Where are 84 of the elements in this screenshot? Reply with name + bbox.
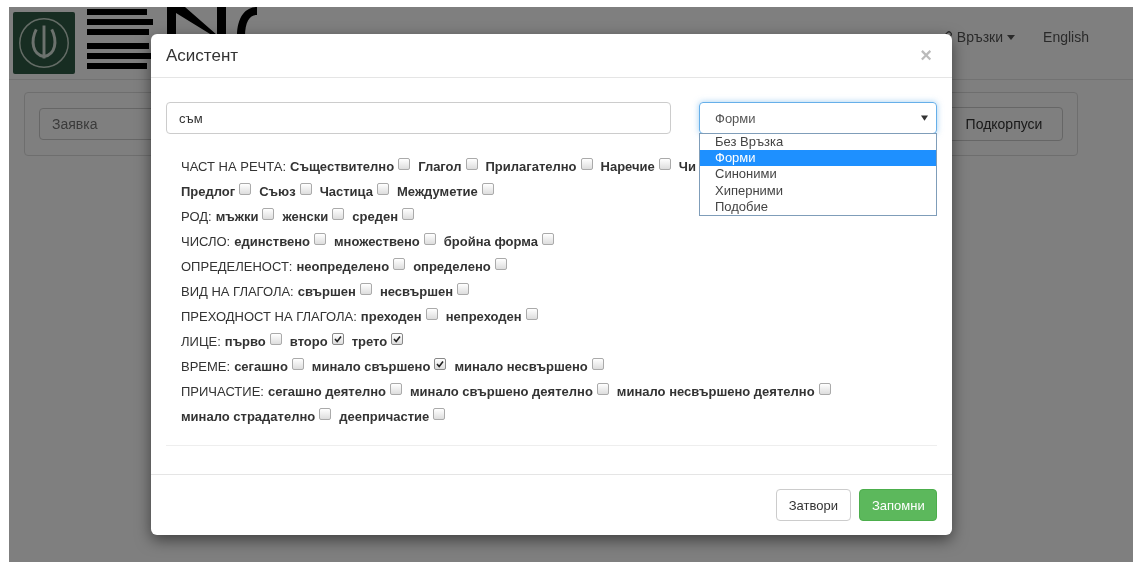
dropdown-option[interactable]: Подобие [700, 198, 936, 215]
option-label: сегашно [234, 358, 288, 376]
checkbox[interactable] [377, 182, 389, 195]
checkbox[interactable] [465, 157, 478, 170]
language-link[interactable]: English [1043, 29, 1089, 45]
option-label: непреходен [445, 308, 522, 326]
checkbox[interactable] [319, 407, 332, 420]
checkbox[interactable] [359, 282, 372, 295]
checkbox[interactable] [580, 157, 593, 170]
option-label: множествено [334, 233, 420, 251]
option-label: сегашно деятелно [267, 383, 386, 401]
checkbox[interactable] [425, 307, 438, 320]
institute-emblem-icon [13, 12, 75, 74]
category-label: ВИД НА ГЛАГОЛА: [181, 283, 294, 301]
dialog-title: Асистент [166, 45, 239, 66]
checkbox[interactable] [391, 332, 404, 345]
checkbox[interactable] [596, 382, 609, 395]
checkbox[interactable] [262, 207, 275, 220]
caret-icon [1007, 34, 1016, 40]
option-label: минало свършено деятелно [410, 383, 593, 401]
dropdown-option[interactable]: Хиперними [700, 182, 936, 199]
option-label: Съюз [259, 183, 296, 201]
option-label: среден [352, 208, 399, 226]
option-label: единствено [234, 233, 310, 251]
option-label: трето [351, 333, 388, 351]
option-label: свършен [297, 283, 356, 301]
option-label: Частица [319, 183, 373, 201]
checkbox[interactable] [390, 382, 402, 395]
checkbox[interactable] [332, 207, 345, 220]
checkbox[interactable] [239, 182, 252, 195]
option-label: минало несвършено [454, 358, 588, 376]
category-label: ПРЕХОДНОСТ НА ГЛАГОЛА: [181, 308, 357, 326]
option-label: мъжки [215, 208, 259, 226]
checkbox[interactable] [542, 232, 554, 245]
option-label: Съществително [290, 158, 395, 176]
option-label: минало страдателно [181, 408, 316, 426]
option-label: минало свършено [311, 358, 431, 376]
word-field[interactable]: съм [166, 102, 671, 134]
checkbox[interactable] [818, 382, 831, 395]
option-label: Прилагателно [485, 158, 577, 176]
caret-icon [921, 115, 928, 121]
close-dialog-button[interactable]: Затвори [775, 489, 851, 521]
checkbox[interactable] [481, 182, 494, 195]
option-label: минало несвършено деятелно [616, 383, 815, 401]
option-label: преходен [360, 308, 422, 326]
category-label: ЧИСЛО: [181, 233, 231, 251]
checkbox[interactable] [525, 307, 538, 320]
option-label: определено [413, 258, 491, 276]
dropdown-option[interactable]: Синоними [700, 166, 936, 183]
checkbox[interactable] [393, 257, 406, 270]
option-label: женски [282, 208, 329, 226]
checkbox[interactable] [423, 232, 436, 245]
checkbox[interactable] [457, 282, 470, 295]
option-label: второ [289, 333, 328, 351]
checkbox[interactable] [433, 407, 446, 420]
checkbox[interactable] [658, 157, 671, 170]
select-value: Форми [715, 110, 756, 126]
option-label: бройна форма [443, 233, 538, 251]
option-label: Предлог [181, 183, 236, 201]
category-label: ВРЕМЕ: [181, 358, 231, 376]
option-label: Глагол [418, 158, 462, 176]
checkbox[interactable] [494, 257, 507, 270]
checkbox[interactable] [269, 332, 282, 345]
option-label: Междуметие [397, 183, 478, 201]
checkbox[interactable] [398, 157, 411, 170]
category-label: ПРИЧАСТИЕ: [181, 383, 264, 401]
option-label: Чи [678, 158, 696, 176]
category-label: ЧАСТ НА РЕЧТА: [181, 158, 287, 176]
category-label: ОПРЕДЕЛЕНОСТ: [181, 258, 293, 276]
category-label: РОД: [181, 208, 212, 226]
option-label: несвършен [379, 283, 454, 301]
checkbox[interactable] [434, 357, 447, 370]
checkbox[interactable] [314, 232, 326, 245]
option-label: първо [224, 333, 266, 351]
option-label: неопределено [296, 258, 390, 276]
dropdown-option[interactable]: Без Връзка [700, 134, 936, 151]
option-label: деепричастие [339, 408, 430, 426]
option-label: Наречие [600, 158, 655, 176]
checkbox[interactable] [299, 182, 312, 195]
category-label: ЛИЦЕ: [181, 333, 221, 351]
checkbox[interactable] [331, 332, 344, 345]
checkbox[interactable] [291, 357, 304, 370]
checkbox[interactable] [402, 207, 415, 220]
checkbox[interactable] [591, 357, 604, 370]
